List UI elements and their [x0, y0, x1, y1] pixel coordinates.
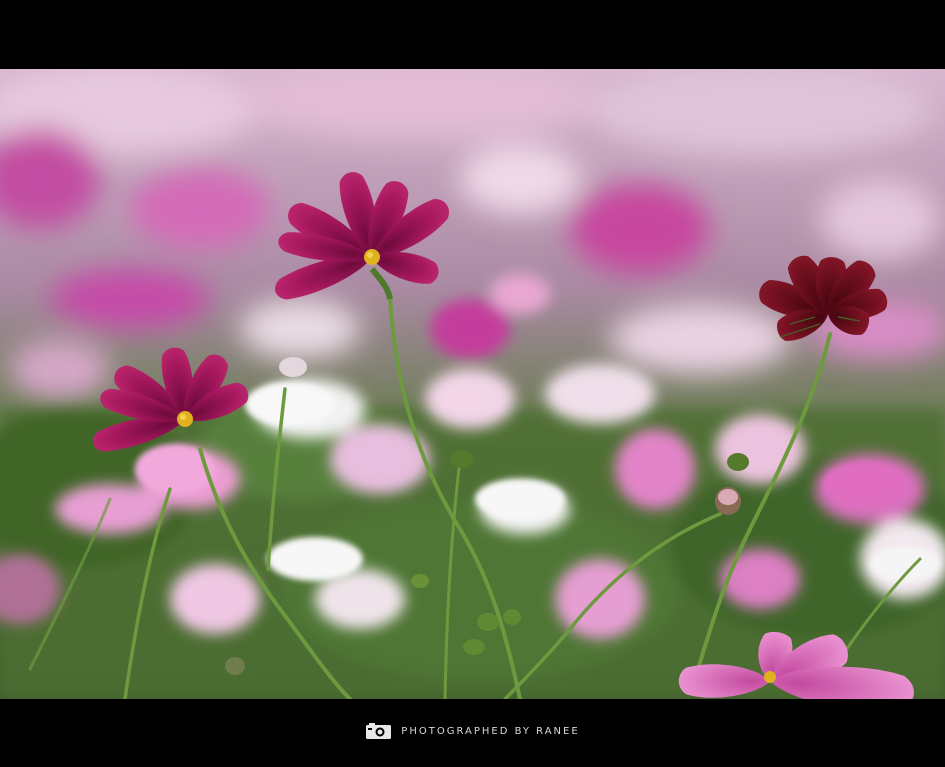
photo-credit: PHOTOGRAPHED BY RANEE — [0, 719, 945, 743]
cosmos-flower-field-photo — [0, 69, 945, 699]
caption-text: PHOTOGRAPHED BY RANEE — [401, 725, 580, 737]
camera-icon — [366, 723, 392, 739]
top-black-border — [0, 0, 945, 69]
bottom-black-border: PHOTOGRAPHED BY RANEE — [0, 699, 945, 767]
photo — [0, 69, 945, 699]
